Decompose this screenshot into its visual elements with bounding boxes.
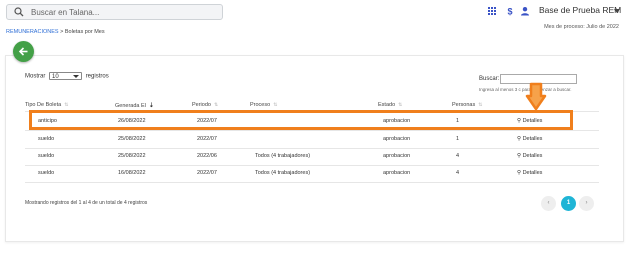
details-button[interactable]: ⚲ Detalles xyxy=(517,131,542,148)
global-search-box[interactable] xyxy=(6,4,223,20)
cell-estado: aprobacion xyxy=(383,136,411,142)
column-header-estado[interactable]: Estado ⇅ xyxy=(378,102,402,108)
page-length-control: Mostrar 10 registros xyxy=(25,72,109,80)
column-header-label: Tipo De Boleta xyxy=(25,102,62,108)
details-label: Detalles xyxy=(522,170,543,176)
cell-generada: 25/08/2022 xyxy=(118,153,146,159)
cell-estado: aprobacion xyxy=(383,170,411,176)
breadcrumb: REMUNERACIONES > Boletas por Mes xyxy=(6,29,105,35)
column-header-label: Estado xyxy=(378,102,396,108)
arrow-down-icon xyxy=(525,82,547,111)
table-search-label: Buscar: xyxy=(479,76,500,82)
table-info: Mostrando registros del 1 al 4 de un tot… xyxy=(25,200,148,206)
cell-proceso: Todos (4 trabajadores) xyxy=(255,153,311,159)
cell-periodo: 2022/07 xyxy=(197,136,217,142)
sort-icon: ⇅ xyxy=(398,102,403,108)
cell-personas: 4 xyxy=(456,153,460,159)
cell-tipo: sueldo xyxy=(38,170,55,176)
column-header-tipo[interactable]: Tipo De Boleta ⇅ xyxy=(25,102,68,108)
pagination-page-1[interactable]: 1 xyxy=(561,196,576,211)
details-button[interactable]: ⚲ Detalles xyxy=(517,148,542,165)
show-suffix-label: registros xyxy=(85,73,109,80)
cell-periodo: 2022/06 xyxy=(197,153,217,159)
column-header-label: Periodo xyxy=(192,102,211,108)
sort-icon: ⇅ xyxy=(213,102,219,108)
show-prefix-label: Mostrar xyxy=(25,73,46,80)
table-row: sueldo 25/08/2022 2022/06 Todos (4 traba… xyxy=(25,148,599,165)
breadcrumb-current: Boletas por Mes xyxy=(64,29,105,35)
organization-selector[interactable]: Base de Prueba REM xyxy=(539,5,621,15)
highlight-box xyxy=(29,110,573,130)
column-header-label: Proceso xyxy=(250,102,271,108)
back-button[interactable] xyxy=(13,41,34,62)
breadcrumb-root-link[interactable]: REMUNERACIONES xyxy=(6,29,59,35)
sort-icon: ⇅ xyxy=(64,102,69,108)
cell-personas: 1 xyxy=(456,136,460,142)
sort-desc-icon: ⇣ xyxy=(148,103,154,109)
column-header-periodo[interactable]: Periodo ⇅ xyxy=(192,102,218,108)
cell-personas: 4 xyxy=(456,170,460,176)
details-button[interactable]: ⚲ Detalles xyxy=(517,165,542,182)
top-bar: $ Base de Prueba REM xyxy=(0,0,631,26)
column-header-label: Personas xyxy=(452,102,476,108)
column-header-personas[interactable]: Personas ⇅ xyxy=(452,102,482,108)
details-label: Detalles xyxy=(522,136,543,142)
cell-estado: aprobacion xyxy=(383,153,411,159)
grid-icon[interactable] xyxy=(487,6,497,16)
svg-text:$: $ xyxy=(507,7,512,17)
dollar-icon[interactable]: $ xyxy=(505,6,515,17)
table-row: sueldo 25/08/2022 2022/07 aprobacion 1 ⚲… xyxy=(25,131,599,148)
search-icon xyxy=(14,7,24,17)
cell-tipo: sueldo xyxy=(38,136,55,142)
pagination-prev-button[interactable]: ‹ xyxy=(541,196,556,211)
column-header-label: Generada El xyxy=(115,103,146,109)
user-icon[interactable] xyxy=(520,6,530,16)
page-length-value: 10 xyxy=(52,74,59,80)
cell-generada: 25/08/2022 xyxy=(118,136,146,142)
row-divider xyxy=(25,182,599,183)
table-row: sueldo 16/08/2022 2022/07 Todos (4 traba… xyxy=(25,165,599,182)
chevron-down-icon xyxy=(73,75,80,78)
chevron-down-icon[interactable] xyxy=(614,9,620,13)
sort-icon: ⇅ xyxy=(273,102,278,108)
page-length-select[interactable]: 10 xyxy=(49,72,83,80)
column-header-proceso[interactable]: Proceso ⇅ xyxy=(250,102,277,108)
global-search-input[interactable] xyxy=(31,6,216,18)
cell-proceso: Todos (4 trabajadores) xyxy=(255,170,311,176)
pagination-next-button[interactable]: › xyxy=(579,196,594,211)
arrow-left-icon xyxy=(18,47,28,56)
sort-icon: ⇅ xyxy=(478,102,483,108)
cell-periodo: 2022/07 xyxy=(197,170,217,176)
cell-generada: 16/08/2022 xyxy=(118,170,146,176)
cell-tipo: sueldo xyxy=(38,153,55,159)
column-header-generada[interactable]: Generada El ⇣ xyxy=(115,102,154,109)
details-label: Detalles xyxy=(522,153,543,159)
process-month-label: Mes de proceso: Julio de 2022 xyxy=(544,24,619,30)
